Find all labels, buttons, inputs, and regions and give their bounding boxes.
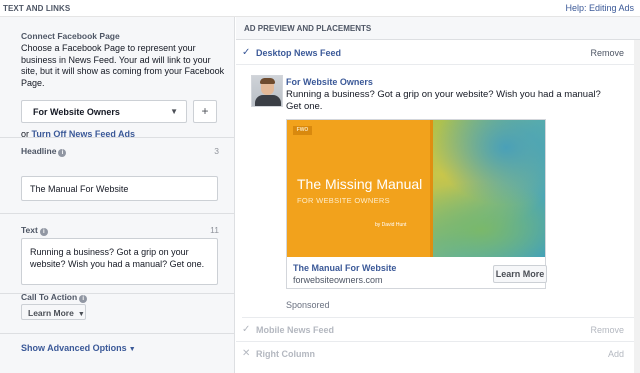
- book-author: by David Hunt: [375, 222, 407, 228]
- info-icon[interactable]: i: [79, 295, 88, 303]
- add-placement-button[interactable]: Add: [608, 349, 624, 359]
- cta-label: Call To Action i: [21, 292, 88, 303]
- placement-name: Mobile News Feed: [256, 325, 335, 335]
- text-links-panel: Connect Facebook Page Choose a Facebook …: [0, 17, 235, 373]
- page-select-value: For Website Owners: [33, 107, 120, 117]
- avatar-body: [255, 95, 281, 106]
- ad-image[interactable]: FWO The Missing Manual FOR WEBSITE OWNER…: [287, 120, 545, 257]
- news-feed-ad-preview: For Website Owners Running a business? G…: [242, 65, 634, 318]
- add-page-button[interactable]: +: [193, 100, 217, 123]
- caret-down-icon: ▼: [128, 346, 136, 353]
- book-title: The Missing Manual: [297, 176, 423, 192]
- advanced-options-label: Show Advanced Options: [21, 343, 127, 353]
- link-card[interactable]: FWO The Missing Manual FOR WEBSITE OWNER…: [286, 119, 547, 289]
- preview-header: AD PREVIEW AND PLACEMENTS: [236, 17, 640, 40]
- text-label-text: Text: [21, 225, 38, 235]
- preview-post-text: Running a business? Got a grip on your w…: [286, 89, 601, 112]
- top-bar: TEXT AND LINKS Help: Editing Ads: [0, 0, 640, 17]
- headline-label: Headline i: [21, 146, 67, 157]
- headline-label-text: Headline: [21, 146, 57, 156]
- text-char-count: 11: [210, 225, 219, 235]
- remove-placement-button[interactable]: Remove: [590, 325, 624, 335]
- book-subtitle: FOR WEBSITE OWNERS: [297, 196, 390, 205]
- card-headline[interactable]: The Manual For Website: [293, 263, 396, 273]
- scrollbar[interactable]: [634, 40, 640, 373]
- ad-preview-panel: AD PREVIEW AND PLACEMENTS ✓ Desktop News…: [236, 17, 640, 373]
- connect-page-description: Choose a Facebook Page to represent your…: [21, 43, 225, 88]
- text-label: Text i: [21, 225, 48, 236]
- section-title: TEXT AND LINKS: [3, 4, 71, 13]
- check-icon: ✓: [242, 47, 251, 58]
- close-icon: ✕: [242, 348, 251, 359]
- placement-mobile-news-feed[interactable]: ✓ Mobile News Feed Remove: [236, 319, 634, 342]
- avatar-hair: [260, 78, 275, 84]
- headline-char-count: 3: [214, 146, 219, 156]
- caret-down-icon: ▼: [170, 107, 178, 116]
- page-avatar: [251, 75, 283, 107]
- preview-header-title: AD PREVIEW AND PLACEMENTS: [244, 24, 372, 33]
- book-cover: FWO The Missing Manual FOR WEBSITE OWNER…: [287, 120, 433, 257]
- placement-name: Right Column: [256, 349, 315, 359]
- help-link[interactable]: Help: Editing Ads: [565, 3, 634, 13]
- placement-name: Desktop News Feed: [256, 48, 342, 58]
- remove-placement-button[interactable]: Remove: [590, 48, 624, 58]
- preview-page-name[interactable]: For Website Owners: [286, 77, 373, 87]
- caret-down-icon: ▼: [77, 311, 85, 318]
- info-icon[interactable]: i: [39, 228, 48, 236]
- connect-page-label: Connect Facebook Page: [21, 31, 120, 41]
- connect-page-section: Connect Facebook Page Choose a Facebook …: [0, 17, 235, 139]
- sponsored-label: Sponsored: [286, 300, 330, 310]
- cta-label-text: Call To Action: [21, 292, 78, 302]
- info-icon[interactable]: i: [58, 149, 67, 157]
- card-url: forwebsiteowners.com: [293, 275, 383, 285]
- check-icon: ✓: [242, 324, 251, 335]
- page-select[interactable]: For Website Owners ▼: [21, 100, 187, 123]
- cta-dropdown[interactable]: Learn More ▼: [21, 304, 86, 320]
- placement-right-column[interactable]: ✕ Right Column Add: [236, 343, 634, 366]
- publisher-logo: FWO: [293, 126, 312, 135]
- cta-dropdown-value: Learn More: [28, 308, 74, 318]
- text-input[interactable]: Running a business? Got a grip on your w…: [21, 238, 218, 285]
- placement-desktop-news-feed[interactable]: ✓ Desktop News Feed Remove: [236, 42, 634, 65]
- learn-more-button[interactable]: Learn More: [493, 265, 547, 283]
- show-advanced-options-link[interactable]: Show Advanced Options ▼: [21, 343, 136, 353]
- headline-input[interactable]: The Manual For Website: [21, 176, 218, 201]
